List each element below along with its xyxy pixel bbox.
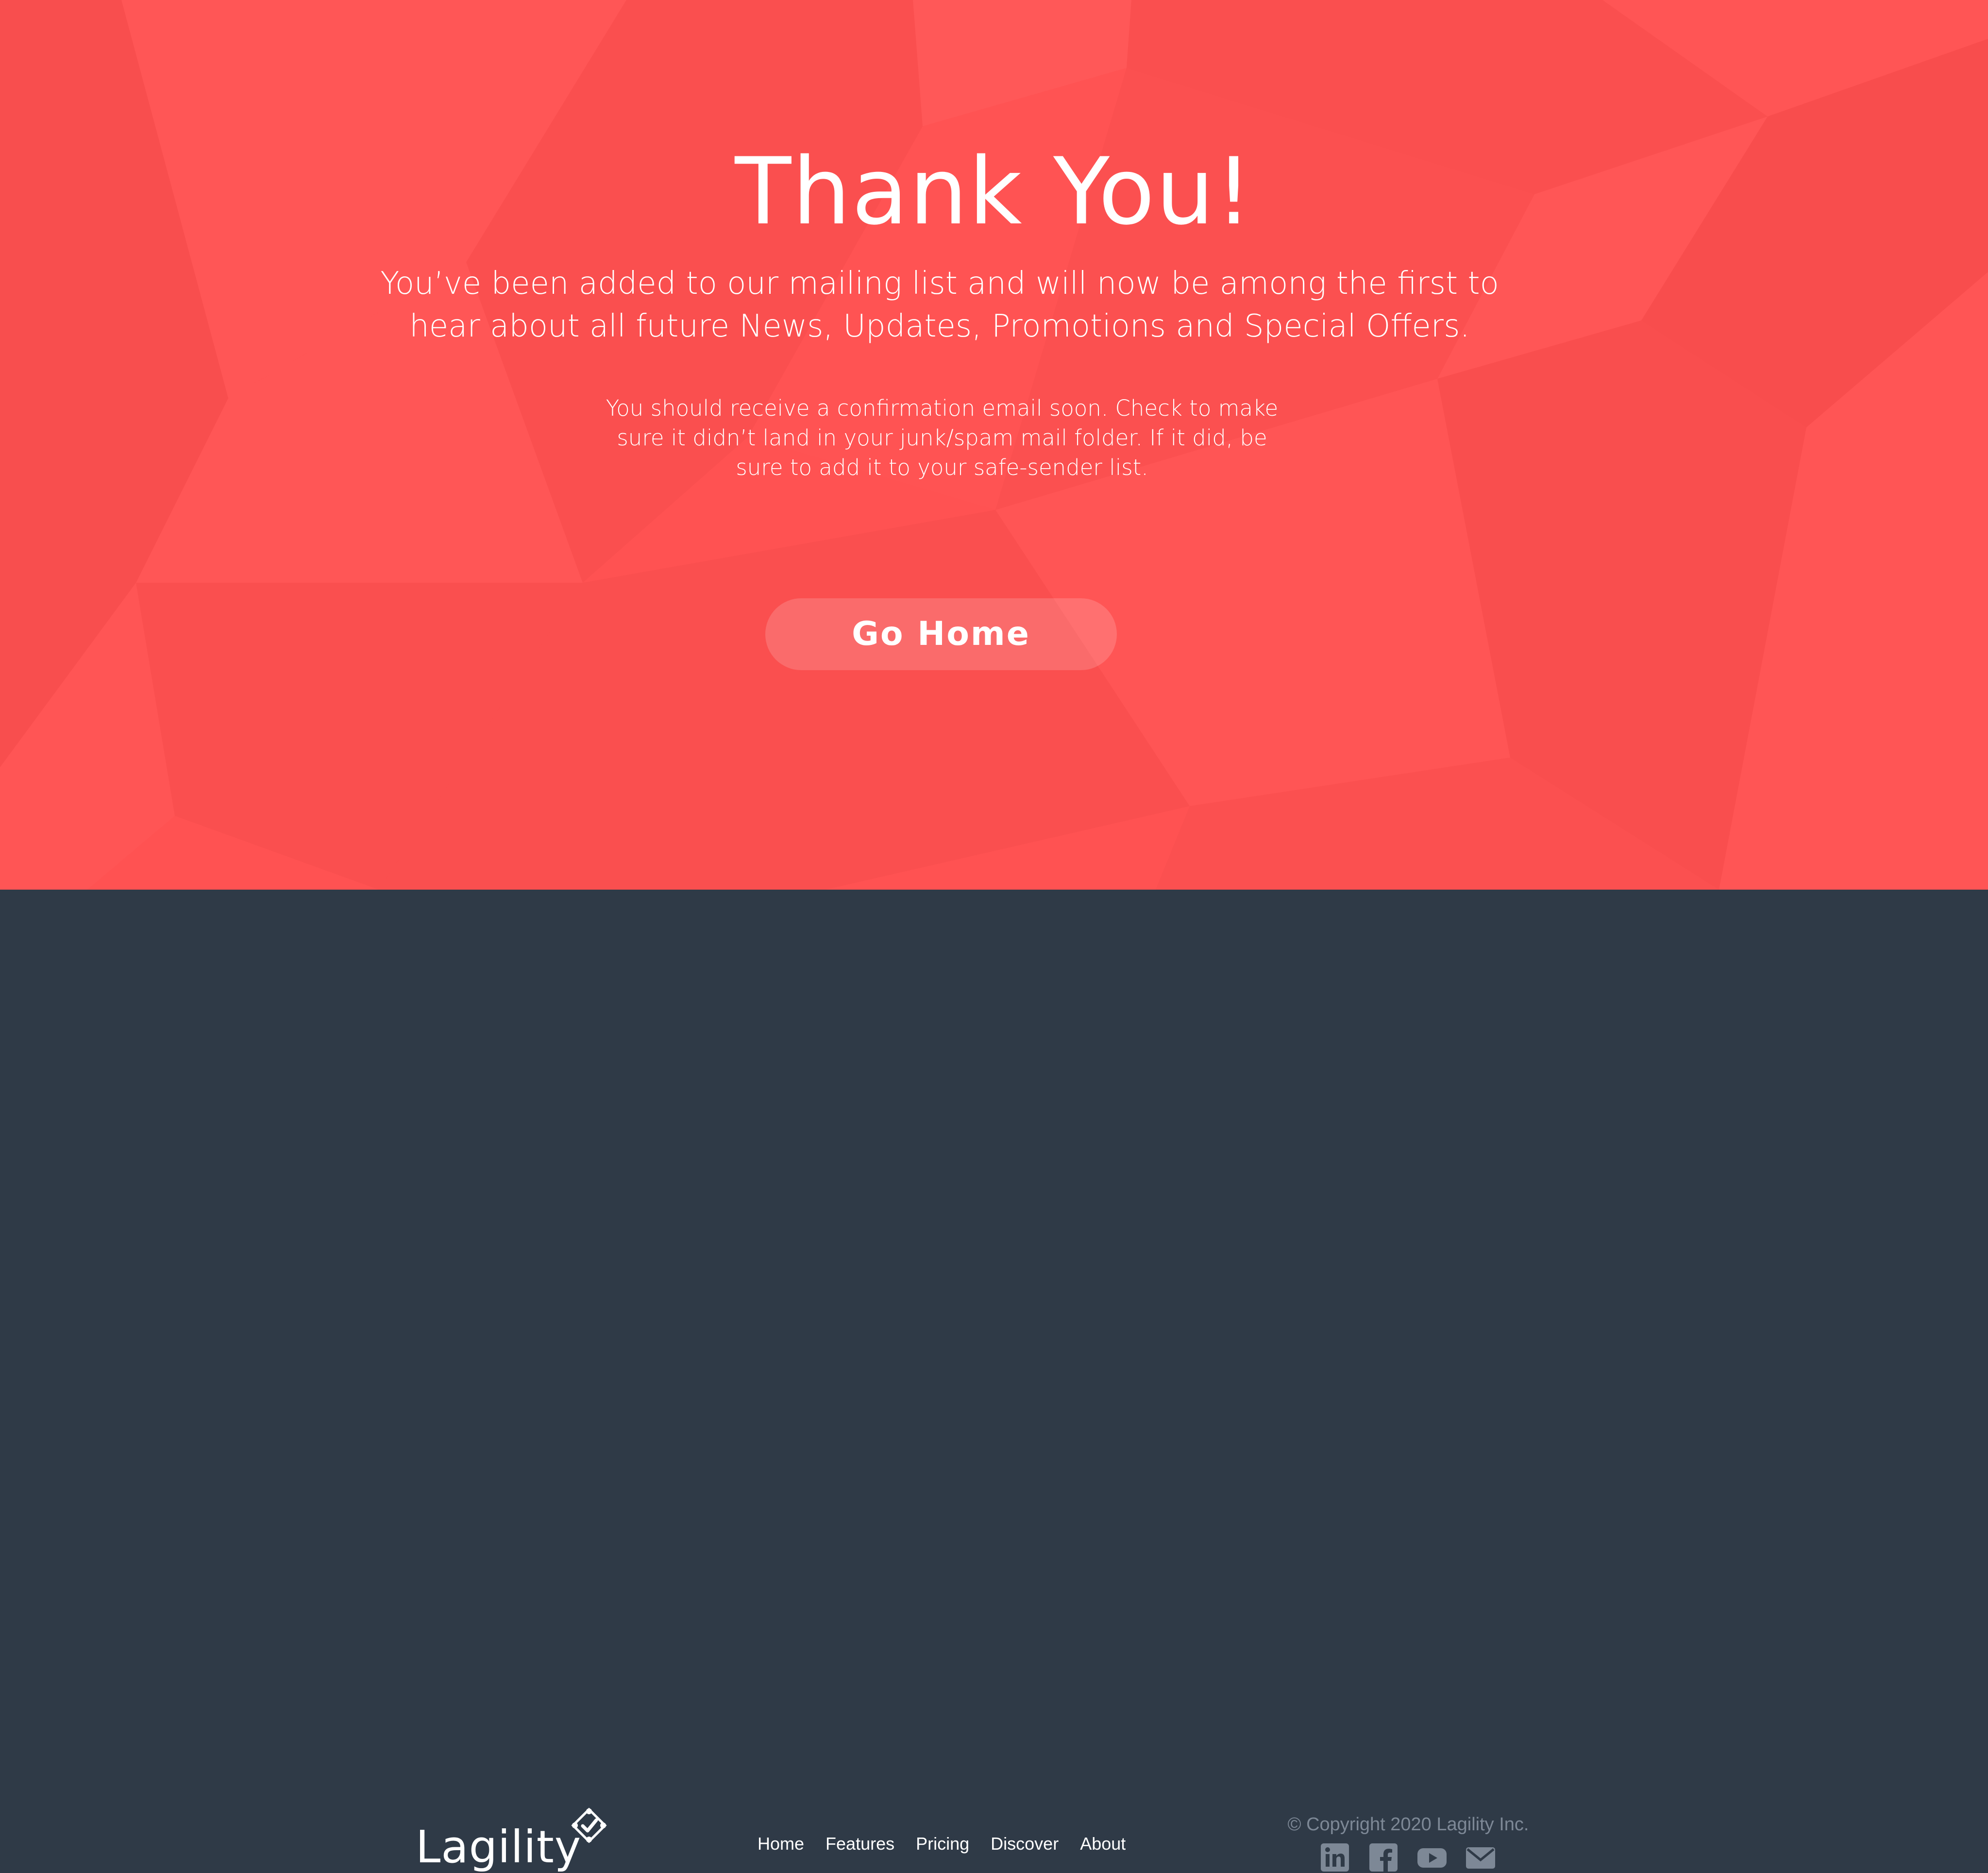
footer-nav-home[interactable]: Home — [758, 1832, 804, 1856]
confirmation-note: You should receive a confirmation email … — [606, 395, 1279, 480]
email-icon[interactable] — [1466, 1842, 1496, 1873]
footer-nav-features[interactable]: Features — [826, 1832, 894, 1856]
youtube-icon[interactable] — [1417, 1842, 1447, 1873]
copyright-text: © Copyright 2020 Lagility Inc. — [1287, 1814, 1529, 1835]
page-title: Thank You! — [735, 138, 1253, 245]
footer-nav-discover[interactable]: Discover — [991, 1832, 1059, 1856]
footer-nav-pricing[interactable]: Pricing — [916, 1832, 969, 1856]
lagility-logo[interactable]: Lagility — [416, 1807, 610, 1873]
go-home-button[interactable]: Go Home — [765, 598, 1117, 670]
subtitle-text: You’ve been added to our mailing list an… — [380, 266, 1499, 344]
logo-mark-icon — [571, 1807, 607, 1843]
facebook-icon[interactable] — [1368, 1842, 1398, 1873]
linkedin-icon[interactable] — [1320, 1842, 1350, 1873]
footer-nav: Home Features Pricing Discover About — [758, 1832, 1126, 1856]
footer: Lagility Home Features Pricing Discover … — [0, 890, 1988, 1873]
footer-nav-about[interactable]: About — [1080, 1832, 1126, 1856]
logo-text: Lagility — [416, 1821, 582, 1873]
hero-section: Thank You! You’ve been added to our mail… — [0, 0, 1988, 890]
social-links — [1320, 1842, 1496, 1873]
